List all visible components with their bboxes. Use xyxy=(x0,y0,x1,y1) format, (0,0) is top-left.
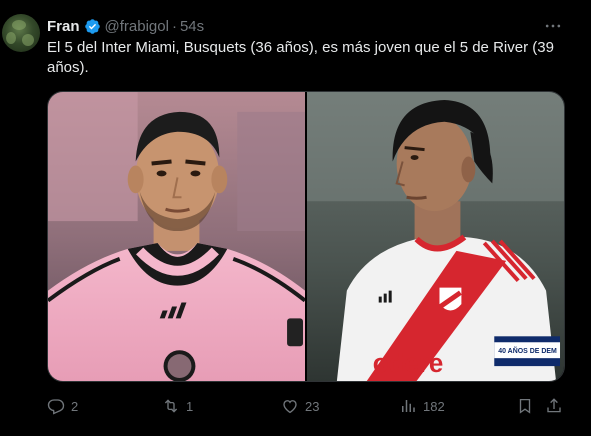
share-button[interactable] xyxy=(545,396,563,416)
timestamp[interactable]: 54s xyxy=(180,18,204,35)
retweet-icon xyxy=(164,399,178,413)
armband-text: 40 AÑOS DE DEM xyxy=(498,346,557,355)
avatar[interactable] xyxy=(2,14,40,52)
river-plate-player-image: odere 40 AÑOS DE DEM xyxy=(307,92,564,381)
tweet[interactable]: Fran @frabigol · 54s El 5 del Inter Miam… xyxy=(0,0,591,436)
reply-button[interactable]: 2 xyxy=(47,396,78,416)
verified-badge-icon xyxy=(84,18,100,34)
more-icon[interactable] xyxy=(543,16,563,36)
author-name[interactable]: Fran xyxy=(47,18,80,35)
reply-icon xyxy=(47,399,65,415)
like-count: 23 xyxy=(305,398,320,414)
sponsor-text: odere xyxy=(373,350,444,378)
views-count: 182 xyxy=(423,398,445,414)
bookmark-icon xyxy=(519,398,531,414)
tweet-header: Fran @frabigol · 54s xyxy=(47,16,204,36)
author-handle[interactable]: @frabigol xyxy=(105,18,169,35)
retweet-count: 1 xyxy=(186,398,194,414)
reply-count: 2 xyxy=(71,398,79,414)
inter-miami-player-image xyxy=(48,92,305,381)
action-bar: 2 1 23 182 xyxy=(47,396,577,416)
like-button[interactable]: 23 xyxy=(281,396,319,416)
photo-river-plate-player[interactable]: odere 40 AÑOS DE DEM xyxy=(307,92,564,381)
views-button[interactable]: 182 xyxy=(399,396,445,416)
views-icon xyxy=(402,400,415,412)
tweet-media[interactable]: odere 40 AÑOS DE DEM xyxy=(47,91,565,382)
tweet-text: El 5 del Inter Miami, Busquets (36 años)… xyxy=(47,39,554,76)
retweet-button[interactable]: 1 xyxy=(162,396,193,416)
separator-dot: · xyxy=(171,17,177,35)
like-icon xyxy=(283,400,297,414)
photo-inter-miami-player[interactable] xyxy=(48,92,305,381)
share-icon xyxy=(547,398,561,413)
bookmark-button[interactable] xyxy=(516,396,534,416)
